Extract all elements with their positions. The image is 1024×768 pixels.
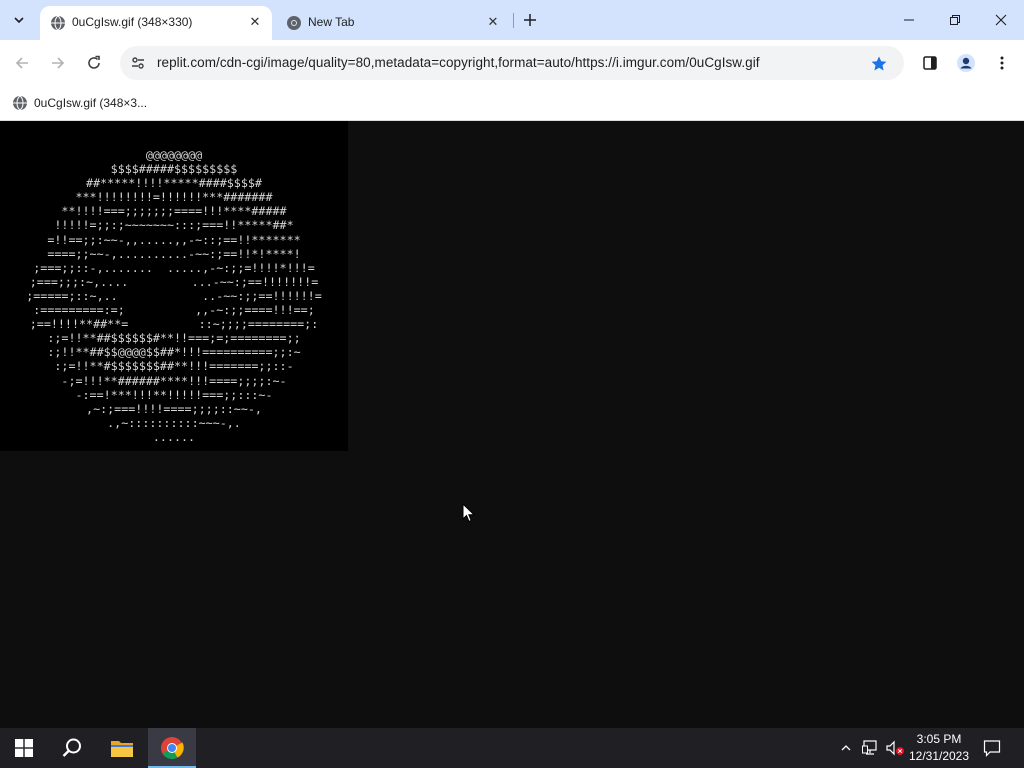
restore-icon — [950, 15, 960, 25]
chrome-icon — [287, 16, 301, 30]
page-content: @@@@@@@@ $$$$#####$$$$$$$$$ ##*****!!!!*… — [0, 121, 1024, 728]
browser-toolbar: replit.com/cdn-cgi/image/quality=80,meta… — [0, 40, 1024, 86]
tab-divider — [513, 13, 514, 28]
side-panel-icon — [923, 56, 937, 70]
file-explorer-button[interactable] — [98, 728, 146, 768]
network-button[interactable] — [860, 728, 882, 768]
close-window-button[interactable] — [978, 0, 1024, 40]
mouse-cursor-icon — [462, 503, 476, 523]
clock-date: 12/31/2023 — [908, 749, 970, 763]
site-info-icon[interactable] — [128, 53, 148, 73]
notification-icon — [983, 740, 1001, 757]
bookmark-item[interactable]: 0uCgIsw.gif (348×3... — [12, 93, 147, 113]
menu-button[interactable] — [988, 49, 1016, 77]
gif-image: @@@@@@@@ $$$$#####$$$$$$$$$ ##*****!!!!*… — [0, 121, 348, 451]
ascii-art-text: @@@@@@@@ $$$$#####$$$$$$$$$ ##*****!!!!*… — [26, 148, 322, 444]
plus-icon — [524, 14, 536, 26]
close-tab-icon[interactable]: ✕ — [246, 13, 264, 31]
globe-icon — [13, 95, 27, 111]
show-hidden-icons-button[interactable] — [836, 728, 856, 768]
arrow-right-icon — [52, 57, 65, 69]
folder-icon — [111, 741, 133, 757]
tab-title: 0uCgIsw.gif (348×330) — [72, 15, 193, 29]
back-button[interactable] — [8, 49, 36, 77]
volume-muted-icon — [886, 740, 904, 756]
minimize-button[interactable] — [886, 0, 932, 40]
new-tab-button[interactable] — [519, 9, 541, 31]
forward-button[interactable] — [44, 49, 72, 77]
avatar-icon — [957, 54, 975, 72]
chevron-down-icon — [14, 17, 24, 24]
chrome-taskbar-button[interactable] — [148, 728, 196, 768]
notifications-button[interactable] — [978, 728, 1006, 768]
address-bar[interactable]: replit.com/cdn-cgi/image/quality=80,meta… — [120, 46, 904, 80]
clock-time: 3:05 PM — [916, 732, 962, 746]
close-tab-icon[interactable]: ✕ — [484, 13, 502, 31]
search-icon — [62, 738, 81, 757]
reload-button[interactable] — [80, 49, 108, 77]
minimize-icon — [904, 19, 914, 21]
tab-title: New Tab — [308, 15, 355, 29]
taskbar: 3:05 PM 12/31/2023 — [0, 728, 1024, 768]
tab-new-tab[interactable]: New Tab ✕ — [276, 6, 510, 40]
taskbar-search-button[interactable] — [48, 728, 96, 768]
network-icon — [862, 740, 877, 755]
volume-button[interactable] — [884, 728, 906, 768]
arrow-left-icon — [15, 57, 28, 69]
clock[interactable]: 3:05 PM 12/31/2023 — [908, 731, 970, 765]
chrome-icon — [161, 737, 184, 759]
side-panel-button[interactable] — [916, 49, 944, 77]
bookmarks-bar: 0uCgIsw.gif (348×3... — [0, 86, 1024, 121]
tab-strip: 0uCgIsw.gif (348×330) ✕ New Tab ✕ — [0, 0, 1024, 40]
bookmark-star-icon[interactable] — [868, 53, 890, 75]
tab-gif-image[interactable]: 0uCgIsw.gif (348×330) ✕ — [40, 6, 272, 40]
chevron-up-icon — [841, 745, 851, 751]
windows-logo-icon — [15, 739, 33, 757]
url-text[interactable]: replit.com/cdn-cgi/image/quality=80,meta… — [157, 55, 760, 70]
reload-icon — [88, 55, 100, 69]
globe-icon — [51, 15, 65, 31]
tab-search-button[interactable] — [6, 7, 32, 33]
more-vertical-icon — [1000, 56, 1004, 70]
profile-button[interactable] — [952, 49, 980, 77]
bookmark-label: 0uCgIsw.gif (348×3... — [34, 96, 148, 110]
restore-button[interactable] — [932, 0, 978, 40]
start-button[interactable] — [0, 728, 48, 768]
close-icon — [995, 14, 1007, 26]
